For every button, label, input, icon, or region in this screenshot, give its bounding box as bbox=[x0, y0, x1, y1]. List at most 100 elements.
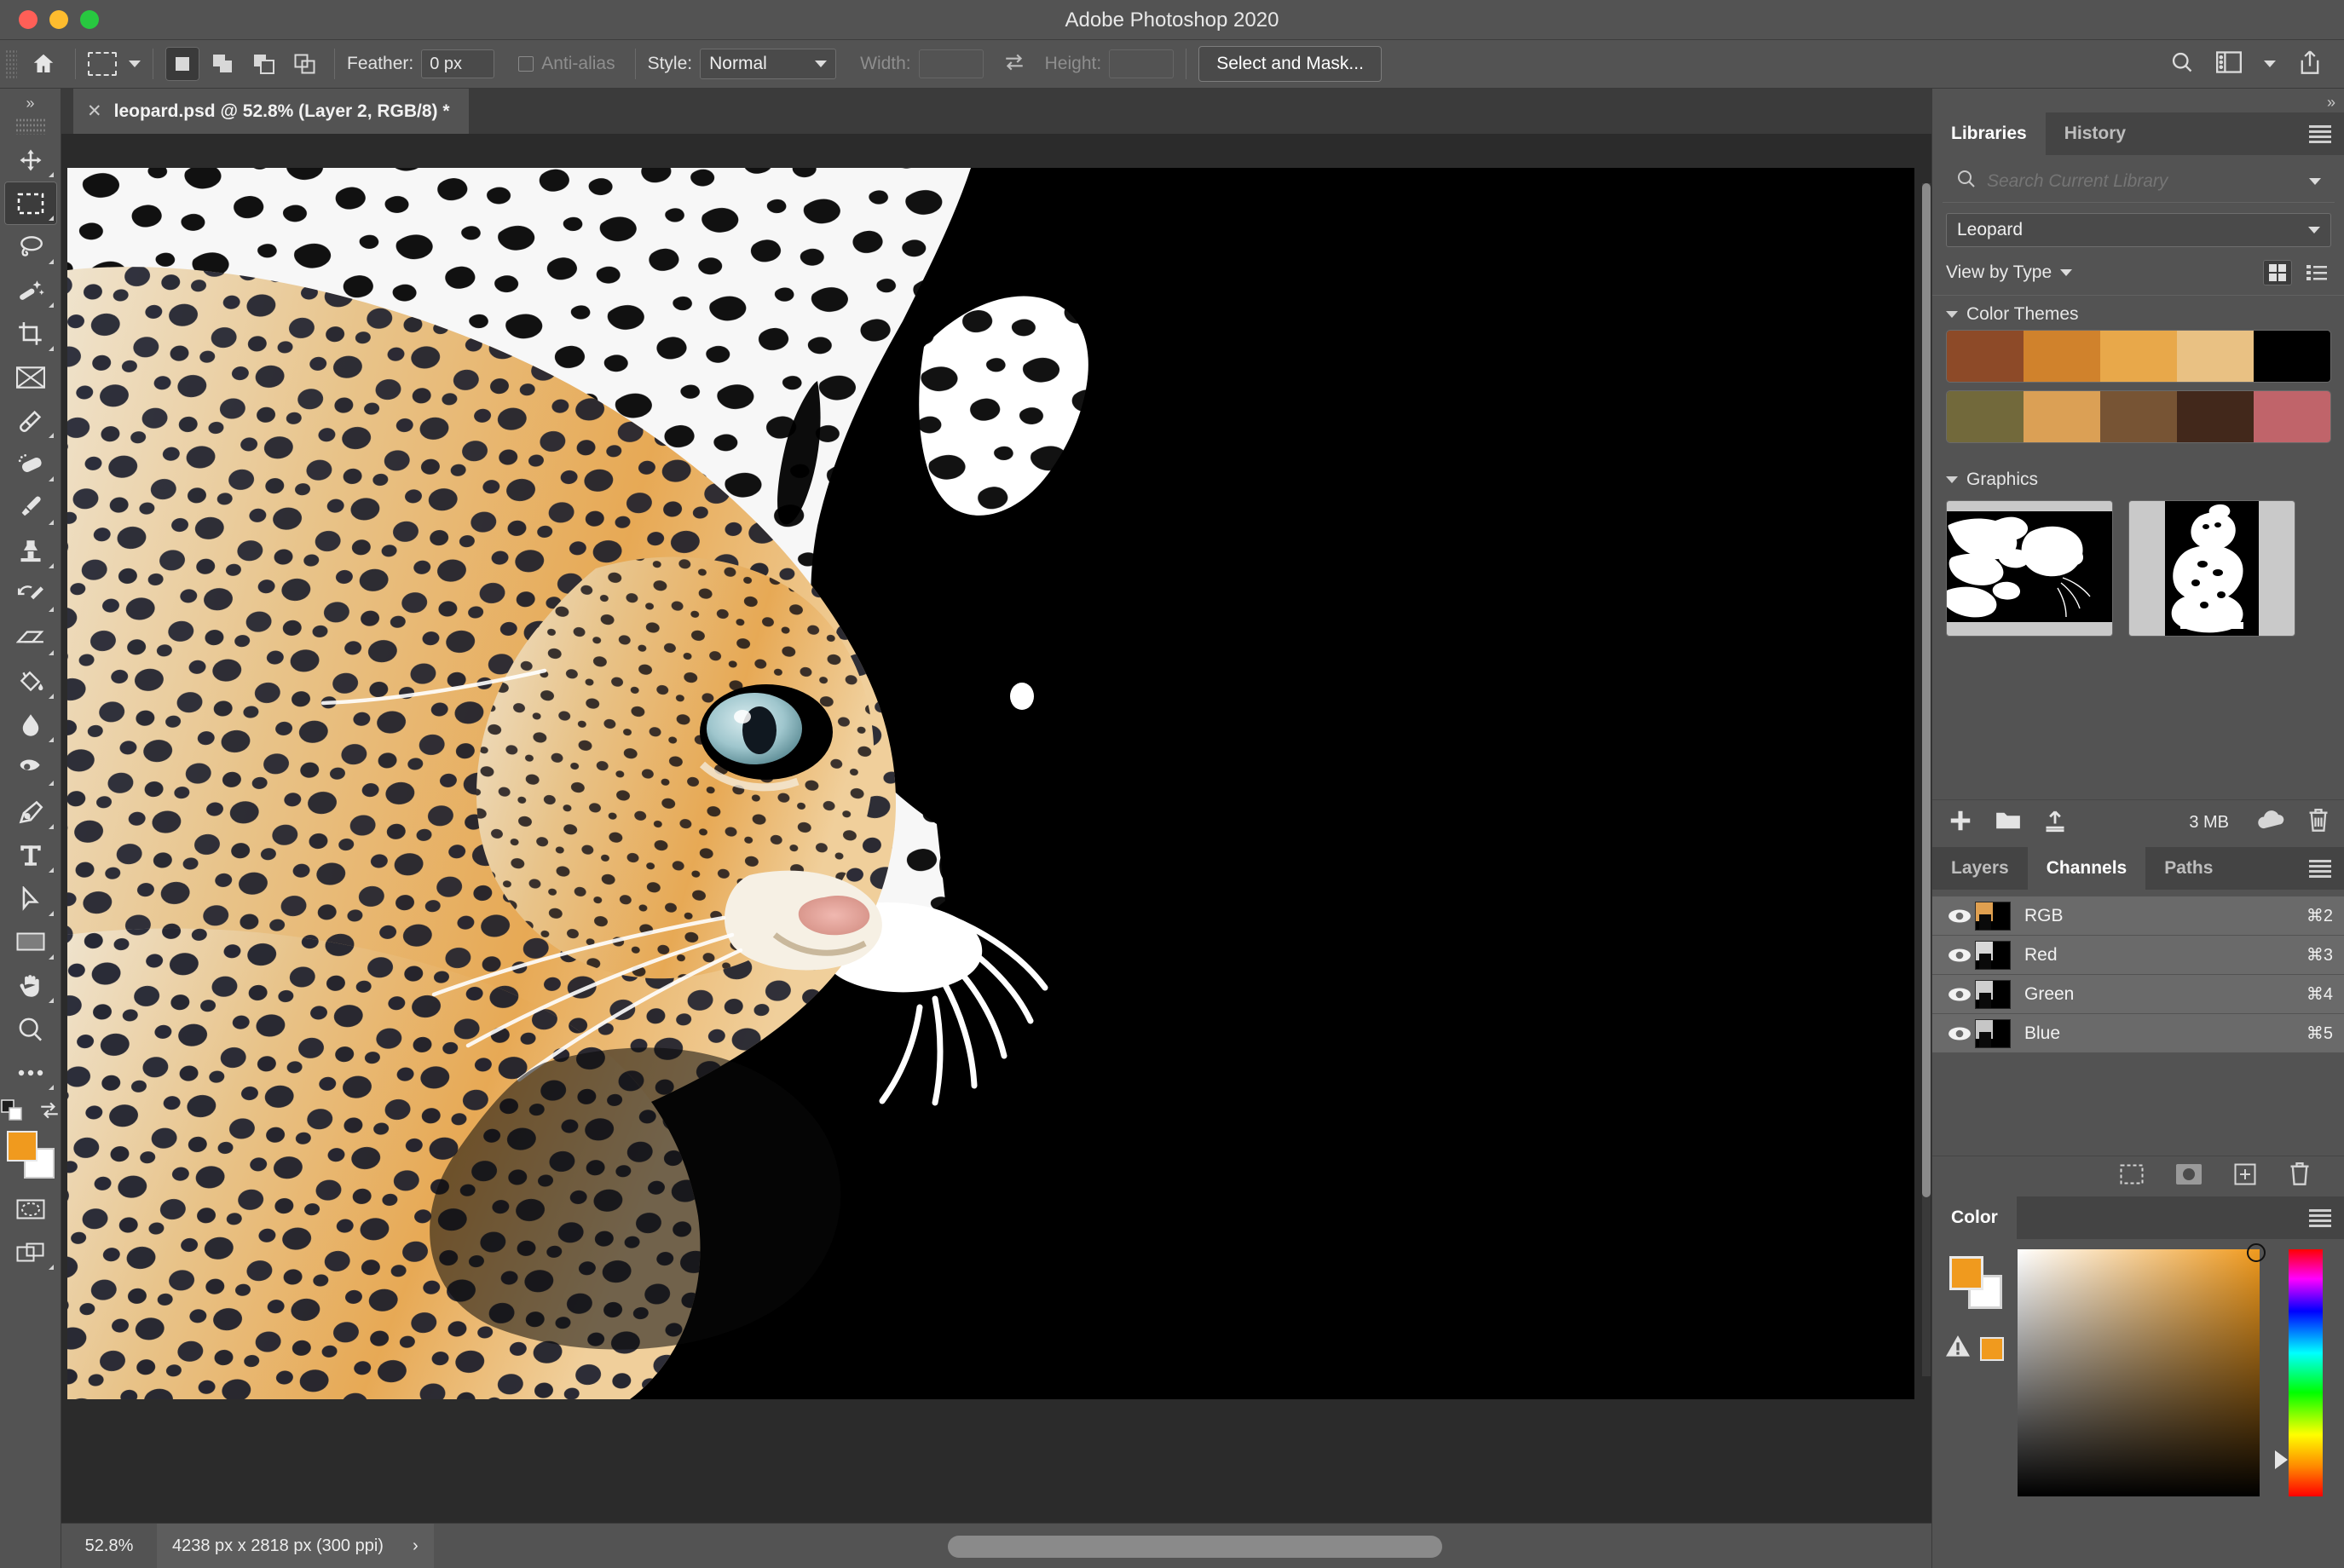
checkbox-box[interactable] bbox=[518, 56, 534, 72]
channel-row-blue[interactable]: Blue ⌘5 bbox=[1932, 1014, 2344, 1053]
brush-tool[interactable] bbox=[4, 486, 57, 529]
color-swatch[interactable] bbox=[1947, 331, 2024, 382]
rectangle-tool[interactable] bbox=[4, 920, 57, 964]
style-select[interactable]: Normal bbox=[700, 49, 836, 79]
type-tool[interactable] bbox=[4, 833, 57, 877]
chevron-down-icon[interactable] bbox=[2264, 61, 2276, 67]
add-to-selection-button[interactable] bbox=[206, 47, 240, 81]
plus-icon[interactable] bbox=[1948, 808, 1973, 838]
tab-paths[interactable]: Paths bbox=[2145, 847, 2231, 890]
trash-icon[interactable] bbox=[2307, 809, 2330, 837]
move-tool[interactable] bbox=[4, 138, 57, 182]
new-selection-button[interactable] bbox=[165, 47, 199, 81]
color-swatch[interactable] bbox=[2177, 391, 2254, 442]
list-view-icon[interactable] bbox=[2302, 260, 2331, 285]
hue-slider[interactable] bbox=[2289, 1249, 2323, 1496]
pen-tool[interactable] bbox=[4, 790, 57, 833]
dock-collapse-button[interactable]: » bbox=[2327, 94, 2335, 112]
scrollbar-thumb[interactable] bbox=[1922, 183, 1931, 1197]
cloud-icon[interactable] bbox=[2256, 810, 2285, 835]
subtract-from-selection-button[interactable] bbox=[247, 47, 281, 81]
color-picker-field[interactable] bbox=[2018, 1249, 2260, 1496]
grid-view-icon[interactable] bbox=[2263, 260, 2292, 285]
swap-colors-icon[interactable] bbox=[38, 1100, 61, 1125]
channel-row-green[interactable]: Green ⌘4 bbox=[1932, 975, 2344, 1014]
path-selection-tool[interactable] bbox=[4, 877, 57, 920]
color-swatch[interactable] bbox=[2254, 331, 2330, 382]
save-selection-as-channel-icon[interactable] bbox=[2176, 1164, 2202, 1189]
hamburger-menu-icon[interactable] bbox=[2309, 1196, 2344, 1239]
history-brush-tool[interactable] bbox=[4, 573, 57, 616]
visibility-toggle-icon[interactable] bbox=[1944, 1026, 1975, 1041]
chevron-down-icon[interactable] bbox=[2309, 178, 2321, 185]
folder-icon[interactable] bbox=[1995, 810, 2021, 836]
zoom-tool[interactable] bbox=[4, 1007, 57, 1051]
width-input[interactable] bbox=[919, 49, 984, 78]
options-bar-grip[interactable] bbox=[5, 49, 17, 78]
eyedropper-tool[interactable] bbox=[4, 399, 57, 442]
color-swatch[interactable] bbox=[2254, 391, 2330, 442]
delete-channel-icon[interactable] bbox=[2289, 1162, 2311, 1190]
paint-bucket-tool[interactable] bbox=[4, 660, 57, 703]
load-channel-as-selection-icon[interactable] bbox=[2120, 1164, 2144, 1189]
quick-mask-button[interactable] bbox=[4, 1187, 57, 1231]
canvas-vertical-scrollbar[interactable] bbox=[1922, 183, 1931, 1376]
library-select[interactable]: Leopard bbox=[1946, 213, 2331, 247]
hue-slider-marker[interactable] bbox=[2275, 1450, 2288, 1469]
gamut-warning-group[interactable] bbox=[1944, 1335, 2004, 1363]
foreground-color-swatch[interactable] bbox=[1949, 1256, 1983, 1290]
section-header-graphics[interactable]: Graphics bbox=[1932, 451, 2344, 495]
section-header-color-themes[interactable]: Color Themes bbox=[1932, 296, 2344, 330]
share-icon[interactable] bbox=[2298, 49, 2322, 79]
select-and-mask-button[interactable]: Select and Mask... bbox=[1198, 46, 1382, 82]
frame-tool[interactable] bbox=[4, 355, 57, 399]
color-swatch[interactable] bbox=[2177, 331, 2254, 382]
view-by-label[interactable]: View by Type bbox=[1946, 262, 2052, 283]
default-foreground-background-icon[interactable] bbox=[1, 1099, 23, 1126]
home-icon[interactable] bbox=[24, 44, 63, 84]
color-theme-row[interactable] bbox=[1946, 330, 2331, 383]
color-theme-row[interactable] bbox=[1946, 390, 2331, 443]
foreground-color-swatch[interactable] bbox=[7, 1131, 38, 1162]
image-canvas[interactable] bbox=[67, 168, 1914, 1399]
rectangular-marquee-tool[interactable] bbox=[4, 182, 57, 225]
tool-preset-picker[interactable] bbox=[88, 52, 141, 76]
crop-tool[interactable] bbox=[4, 312, 57, 355]
tab-history[interactable]: History bbox=[2046, 112, 2145, 155]
library-search-row[interactable] bbox=[1943, 160, 2335, 203]
graphic-leopard-sitting[interactable] bbox=[2128, 500, 2295, 637]
eraser-tool[interactable] bbox=[4, 616, 57, 660]
tab-libraries[interactable]: Libraries bbox=[1932, 112, 2046, 155]
chevron-down-icon[interactable] bbox=[129, 61, 141, 67]
lasso-tool[interactable] bbox=[4, 225, 57, 268]
chevron-right-icon[interactable]: › bbox=[413, 1536, 419, 1556]
create-new-channel-icon[interactable] bbox=[2234, 1163, 2256, 1190]
dodge-tool[interactable] bbox=[4, 747, 57, 790]
swap-width-height-icon[interactable] bbox=[1002, 51, 1026, 78]
feather-input[interactable]: 0 px bbox=[421, 49, 494, 78]
color-swatch[interactable] bbox=[2100, 331, 2177, 382]
intersect-with-selection-button[interactable] bbox=[288, 47, 322, 81]
visibility-toggle-icon[interactable] bbox=[1944, 987, 1975, 1002]
color-swatch[interactable] bbox=[2100, 391, 2177, 442]
chevron-down-icon[interactable] bbox=[2060, 269, 2072, 276]
foreground-background-color-swatches[interactable] bbox=[7, 1131, 55, 1179]
hamburger-menu-icon[interactable] bbox=[2309, 847, 2344, 890]
visibility-toggle-icon[interactable] bbox=[1944, 948, 1975, 963]
tab-layers[interactable]: Layers bbox=[1932, 847, 2028, 890]
height-input[interactable] bbox=[1109, 49, 1174, 78]
color-swatch[interactable] bbox=[2024, 391, 2100, 442]
close-icon[interactable]: ✕ bbox=[87, 101, 102, 122]
zoom-level[interactable]: 52.8% bbox=[61, 1536, 157, 1556]
gamut-warning-color-swatch[interactable] bbox=[1980, 1337, 2004, 1361]
search-icon[interactable] bbox=[2170, 50, 2194, 78]
graphic-leopard-head[interactable] bbox=[1946, 500, 2113, 637]
edit-toolbar-button[interactable] bbox=[4, 1051, 57, 1094]
color-picker-marker[interactable] bbox=[2247, 1243, 2266, 1262]
search-input[interactable] bbox=[1987, 171, 2299, 192]
toolbar-grip[interactable] bbox=[15, 118, 46, 135]
canvas-horizontal-scrollbar-thumb[interactable] bbox=[948, 1536, 1442, 1558]
document-tab[interactable]: ✕ leopard.psd @ 52.8% (Layer 2, RGB/8) * bbox=[73, 89, 470, 134]
selection-mode-group[interactable] bbox=[165, 47, 322, 81]
clone-stamp-tool[interactable] bbox=[4, 529, 57, 573]
